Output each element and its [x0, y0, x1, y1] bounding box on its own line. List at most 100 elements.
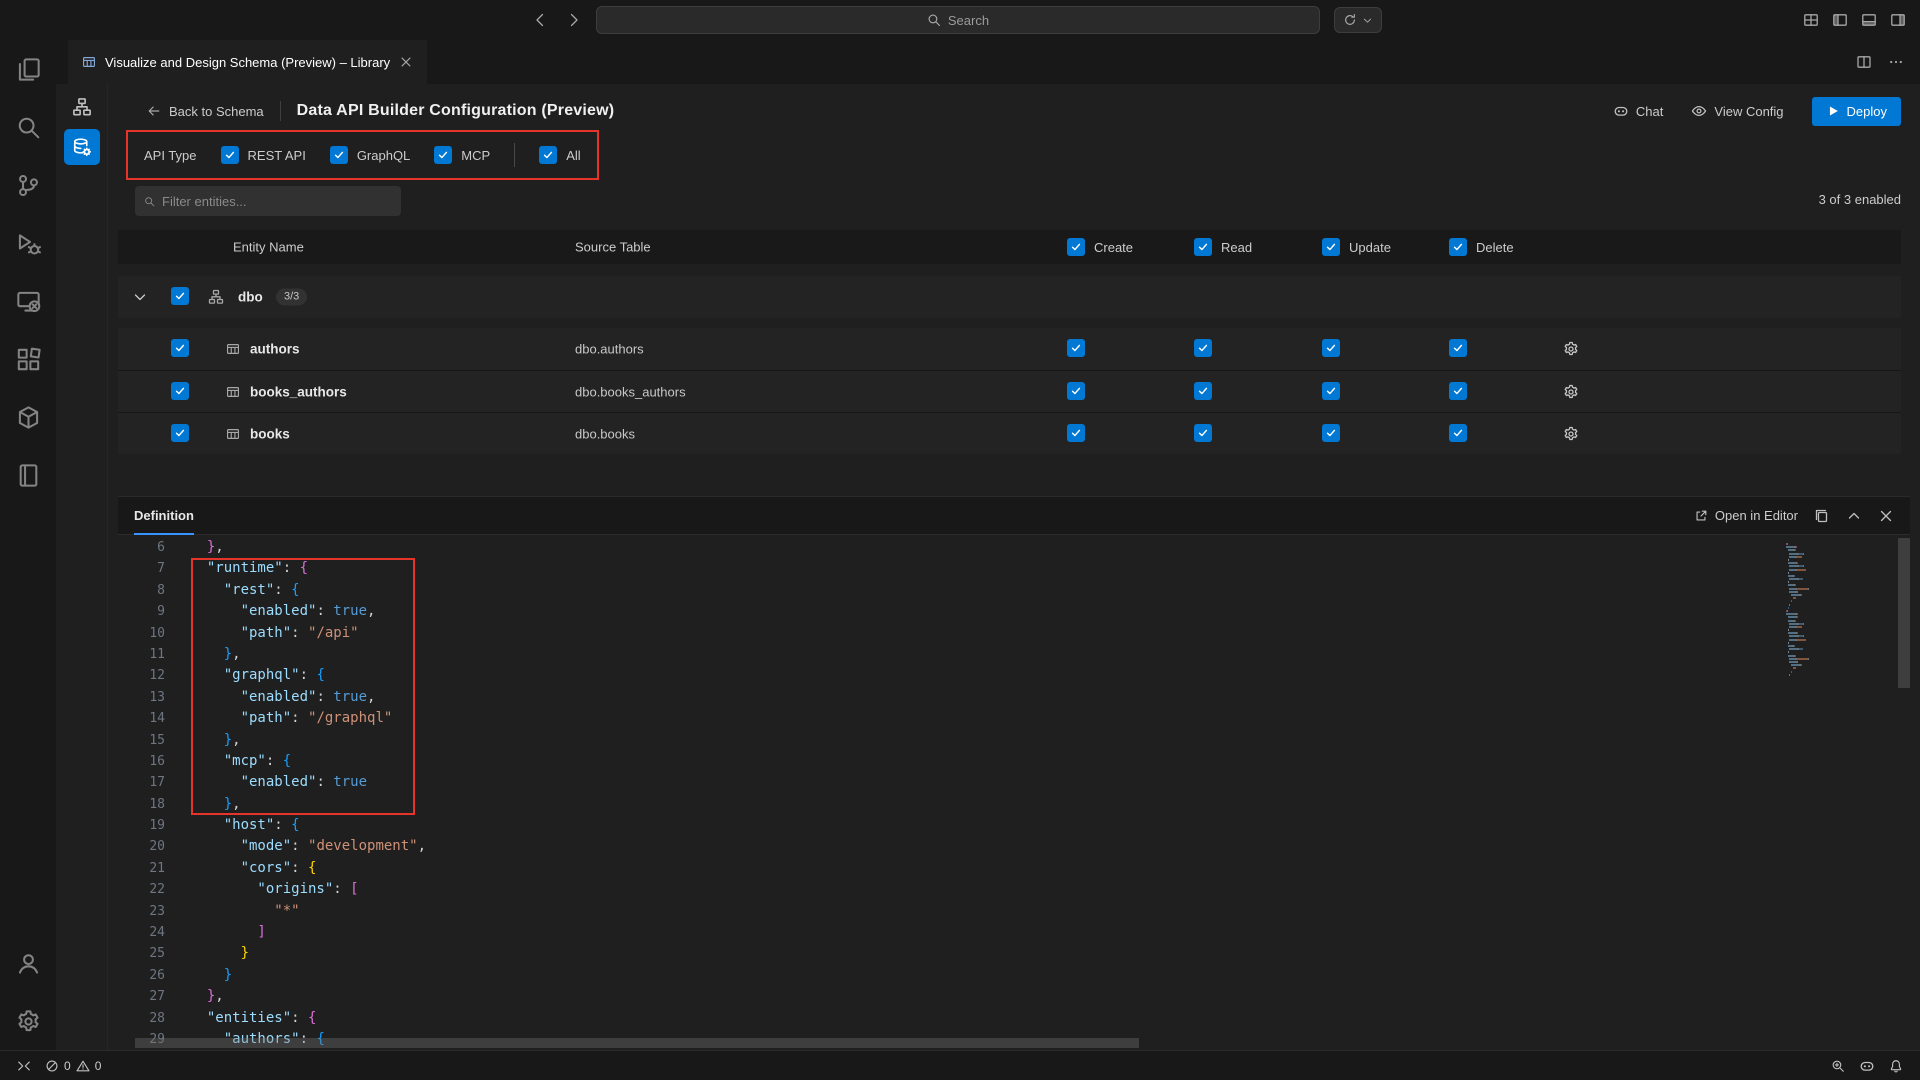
history-forward-button[interactable]: [566, 12, 582, 28]
entity-name: books_authors: [250, 384, 347, 399]
activity-database-projects-icon[interactable]: [0, 388, 56, 446]
copy-icon[interactable]: [1814, 508, 1830, 524]
activity-settings-gear-icon[interactable]: [0, 992, 56, 1050]
view-config-button[interactable]: View Config: [1691, 103, 1783, 119]
activity-source-control-icon[interactable]: [0, 156, 56, 214]
group-checkbox[interactable]: [171, 287, 189, 305]
tab-visualize-schema[interactable]: Visualize and Design Schema (Preview) – …: [68, 40, 427, 84]
back-to-schema-button[interactable]: Back to Schema: [147, 104, 264, 119]
search-icon: [927, 13, 941, 27]
activity-account-icon[interactable]: [0, 934, 56, 992]
command-center-search[interactable]: Search: [596, 6, 1320, 34]
close-panel-icon[interactable]: [1878, 508, 1894, 524]
row-settings-gear-icon[interactable]: [1563, 426, 1579, 442]
checkbox-col-read[interactable]: [1194, 238, 1212, 256]
layout-sidebar-left-icon[interactable]: [1832, 12, 1848, 28]
activity-search-icon[interactable]: [0, 98, 56, 156]
checkbox-col-delete[interactable]: [1449, 238, 1467, 256]
activity-extensions-icon[interactable]: [0, 330, 56, 388]
update-checkbox[interactable]: [1322, 382, 1340, 400]
checkbox-col-update[interactable]: [1322, 238, 1340, 256]
split-editor-icon[interactable]: [1856, 54, 1872, 70]
create-checkbox[interactable]: [1067, 382, 1085, 400]
dab-config-icon[interactable]: [64, 129, 100, 165]
table-row-books[interactable]: booksdbo.books: [118, 412, 1901, 454]
tab-bar: Visualize and Design Schema (Preview) – …: [56, 40, 1920, 84]
close-tab-icon[interactable]: [399, 55, 413, 69]
delete-checkbox[interactable]: [1449, 424, 1467, 442]
filter-row: 3 of 3 enabled: [108, 186, 1920, 220]
api-type-mcp[interactable]: MCP: [434, 146, 490, 164]
schema-designer-icon[interactable]: [64, 89, 100, 125]
collapse-panel-icon[interactable]: [1846, 508, 1862, 524]
problems-indicator[interactable]: 0 0: [38, 1051, 108, 1080]
api-type-rest-api[interactable]: REST API: [221, 146, 306, 164]
col-create: Create: [1067, 238, 1133, 256]
group-row-dbo[interactable]: dbo3/3: [118, 276, 1901, 318]
delete-checkbox[interactable]: [1449, 339, 1467, 357]
row-settings-gear-icon[interactable]: [1563, 384, 1579, 400]
create-checkbox[interactable]: [1067, 339, 1085, 357]
deploy-button[interactable]: Deploy: [1812, 97, 1901, 126]
open-in-editor-button[interactable]: Open in Editor: [1694, 508, 1798, 523]
checkbox-mcp[interactable]: [434, 146, 452, 164]
row-settings-gear-icon[interactable]: [1563, 341, 1579, 357]
schema-icon: [208, 289, 224, 305]
definition-tab[interactable]: Definition: [134, 497, 194, 534]
code-line: 8 "rest": {: [118, 580, 1910, 601]
create-checkbox[interactable]: [1067, 424, 1085, 442]
copilot-status[interactable]: [1852, 1058, 1882, 1074]
api-type-graphql[interactable]: GraphQL: [330, 146, 410, 164]
webview-content: Back to Schema Data API Builder Configur…: [108, 84, 1920, 1050]
col-entity-name: Entity Name: [233, 240, 304, 255]
minimap[interactable]: [1784, 543, 1889, 677]
activity-explorer-icon[interactable]: [0, 40, 56, 98]
checkbox-rest-api[interactable]: [221, 146, 239, 164]
delete-checkbox[interactable]: [1449, 382, 1467, 400]
chat-button[interactable]: Chat: [1613, 103, 1663, 119]
activity-remote-explorer-icon[interactable]: [0, 272, 56, 330]
session-dropdown-button[interactable]: [1334, 7, 1382, 33]
status-bar: 0 0: [0, 1050, 1920, 1080]
read-checkbox[interactable]: [1194, 339, 1212, 357]
update-checkbox[interactable]: [1322, 339, 1340, 357]
read-checkbox[interactable]: [1194, 424, 1212, 442]
row-select-checkbox[interactable]: [171, 339, 189, 357]
zoom-indicator[interactable]: [1824, 1059, 1852, 1073]
view-config-label: View Config: [1714, 104, 1783, 119]
code-editor[interactable]: 6 },7 "runtime": {8 "rest": {9 "enabled"…: [118, 535, 1910, 1050]
notifications-bell[interactable]: [1882, 1059, 1910, 1073]
activity-run-debug-icon[interactable]: [0, 214, 56, 272]
chevron-down-icon[interactable]: [132, 289, 148, 305]
layout-grid-icon[interactable]: [1803, 12, 1819, 28]
table-icon: [226, 385, 240, 399]
checkbox-graphql[interactable]: [330, 146, 348, 164]
page-title: Data API Builder Configuration (Preview): [297, 102, 615, 120]
filter-entities-input[interactable]: [162, 194, 392, 209]
layout-sidebar-right-icon[interactable]: [1890, 12, 1906, 28]
vertical-scrollbar[interactable]: [1898, 538, 1910, 688]
remote-indicator[interactable]: [10, 1051, 38, 1080]
row-select-checkbox[interactable]: [171, 382, 189, 400]
table-row-books-authors[interactable]: books_authorsdbo.books_authors: [118, 370, 1901, 412]
history-back-button[interactable]: [532, 12, 548, 28]
horizontal-scrollbar[interactable]: [135, 1038, 1139, 1048]
arrow-left-icon: [147, 104, 161, 118]
update-checkbox[interactable]: [1322, 424, 1340, 442]
col-delete: Delete: [1449, 238, 1514, 256]
api-type-all[interactable]: All: [539, 146, 580, 164]
table-row-authors[interactable]: authorsdbo.authors: [118, 328, 1901, 370]
activity-data-workspace-icon[interactable]: [0, 446, 56, 504]
checkbox-col-create[interactable]: [1067, 238, 1085, 256]
checkbox-all[interactable]: [539, 146, 557, 164]
code-line: 18 },: [118, 794, 1910, 815]
code-line: 21 "cors": {: [118, 858, 1910, 879]
read-checkbox[interactable]: [1194, 382, 1212, 400]
layout-panel-icon[interactable]: [1861, 12, 1877, 28]
activity-bar: [0, 40, 56, 1050]
ellipsis-icon[interactable]: [1888, 54, 1904, 70]
config-toolbar: Back to Schema Data API Builder Configur…: [108, 92, 1920, 130]
api-type-section: API Type REST APIGraphQLMCPAll: [126, 130, 599, 180]
code-line: 6 },: [118, 537, 1910, 558]
row-select-checkbox[interactable]: [171, 424, 189, 442]
